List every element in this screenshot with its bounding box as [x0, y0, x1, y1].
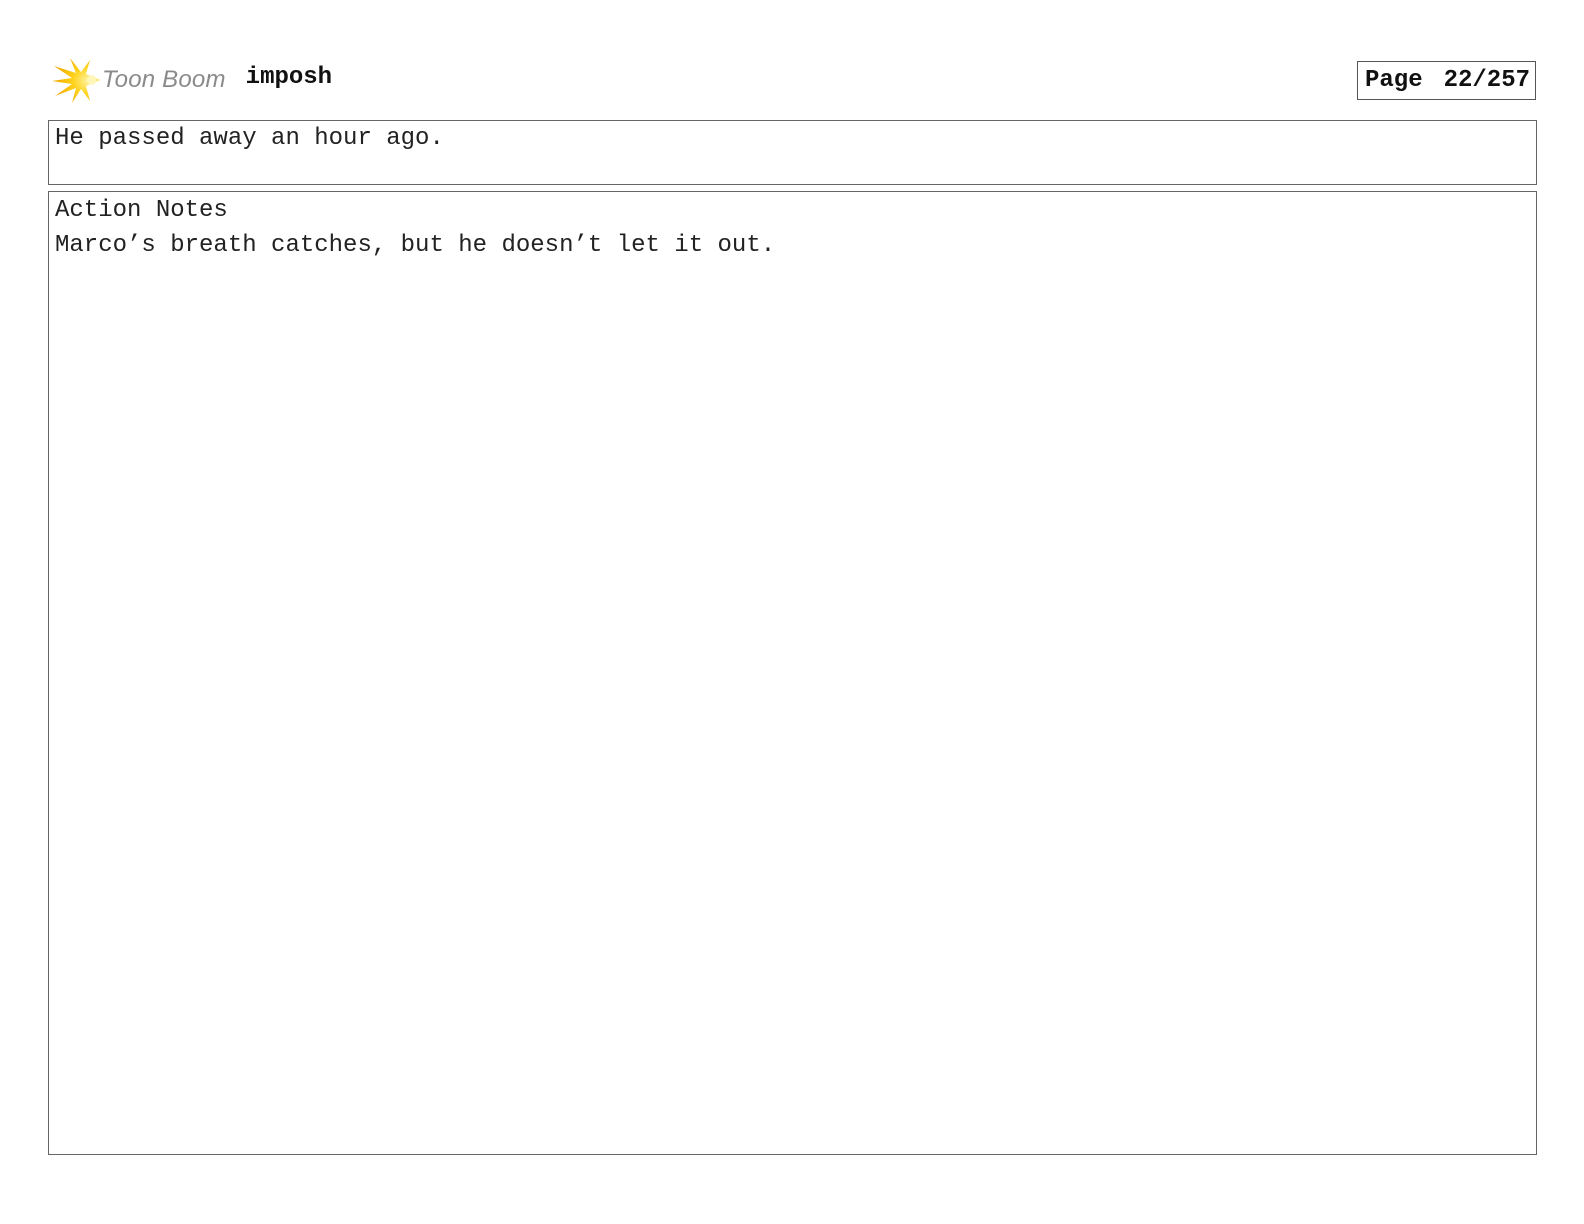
action-notes-label: Action Notes: [55, 197, 228, 224]
dialogue-text: He passed away an hour ago.: [55, 125, 444, 152]
project-title: imposh: [245, 63, 333, 91]
toon-boom-star-icon: [52, 58, 100, 103]
page-indicator: Page 22/257: [1357, 61, 1536, 100]
brand-name: Toon Boom: [102, 66, 226, 93]
dialogue-panel: He passed away an hour ago.: [48, 120, 1537, 185]
action-notes-text: Marco’s breath catches, but he doesn’t l…: [55, 232, 776, 259]
page-label: Page: [1365, 67, 1423, 94]
action-notes-panel: Action Notes Marco’s breath catches, but…: [48, 191, 1537, 1155]
page-header: Toon Boom imposh: [50, 52, 332, 108]
page-number: 22/257: [1443, 67, 1530, 94]
